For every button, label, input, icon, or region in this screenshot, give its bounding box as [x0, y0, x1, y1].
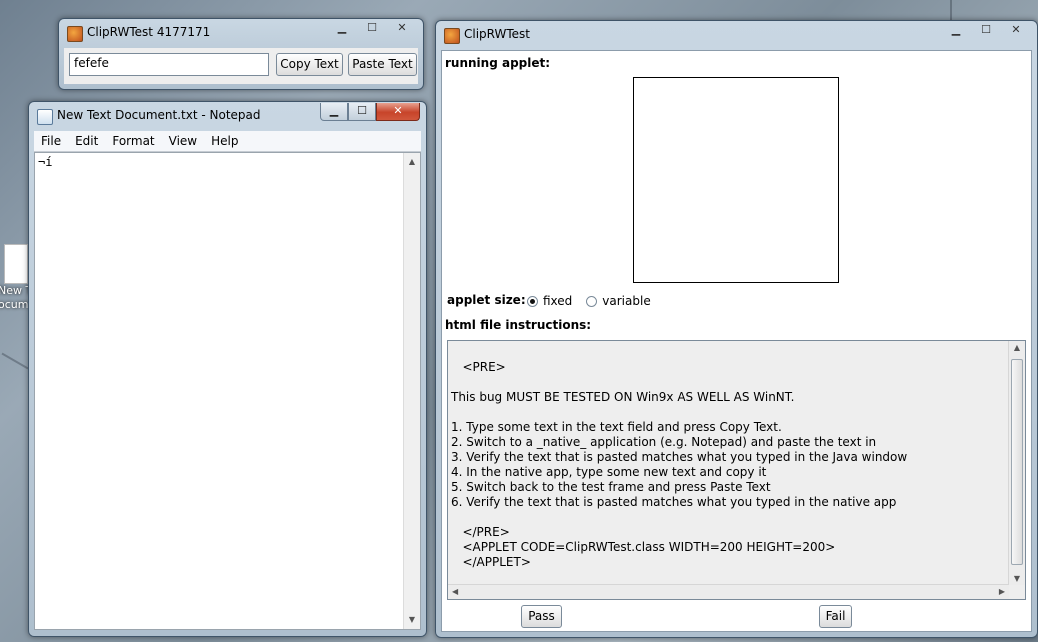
window-controls: ▁ ☐ ✕	[327, 20, 417, 37]
instructions-text-area[interactable]: <PRE> This bug MUST BE TESTED ON Win9x A…	[447, 340, 1026, 600]
instruction-line	[451, 375, 1007, 390]
instruction-line: 4. In the native app, type some new text…	[451, 465, 767, 479]
instructions-label: html file instructions:	[445, 318, 592, 332]
instruction-line	[451, 405, 1007, 420]
running-applet-label: running applet:	[445, 56, 551, 70]
desktop-icon-label: New T	[0, 284, 33, 297]
close-button[interactable]: ✕	[387, 20, 417, 37]
java-app-icon	[444, 28, 460, 44]
scroll-up-icon[interactable]: ▲	[1009, 343, 1025, 352]
menu-file[interactable]: File	[34, 134, 68, 148]
window-title: New Text Document.txt - Notepad	[57, 108, 261, 122]
window-controls: ▁ ☐ ✕	[320, 103, 420, 121]
desktop-file-icon[interactable]: New T ocume	[0, 244, 36, 312]
clip-test-small-window: ClipRWTest 4177171 ▁ ☐ ✕ fefefe Copy Tex…	[58, 18, 424, 90]
notepad-app-icon	[37, 109, 53, 125]
maximize-button[interactable]: ☐	[357, 20, 387, 37]
instruction-line: 2. Switch to a _native_ application (e.g…	[451, 435, 877, 449]
notepad-window: New Text Document.txt - Notepad ▁ ☐ ✕ Fi…	[28, 101, 427, 637]
radio-variable[interactable]	[586, 295, 598, 307]
close-button[interactable]: ✕	[1001, 22, 1031, 39]
title-bar[interactable]: ClipRWTest 4177171 ▁ ☐ ✕	[59, 19, 423, 47]
minimize-button[interactable]: ▁	[941, 22, 971, 39]
applet-size-label: applet size:	[447, 293, 526, 307]
vertical-scrollbar[interactable]: ▲ ▼	[403, 153, 420, 629]
instruction-line	[451, 510, 1007, 525]
scroll-thumb[interactable]	[1011, 359, 1023, 565]
instruction-line: This bug MUST BE TESTED ON Win9x AS WELL…	[451, 390, 795, 404]
instruction-line: <PRE>	[451, 360, 506, 374]
menu-format[interactable]: Format	[105, 134, 161, 148]
applet-area	[633, 77, 839, 283]
instruction-line: 6. Verify the text that is pasted matche…	[451, 495, 897, 509]
java-app-icon	[67, 26, 83, 42]
horizontal-scrollbar[interactable]: ◀ ▶	[448, 584, 1009, 599]
instructions-text: <PRE> This bug MUST BE TESTED ON Win9x A…	[451, 345, 1007, 570]
paste-text-button[interactable]: Paste Text	[348, 53, 417, 76]
instruction-line	[451, 345, 1007, 360]
desktop-wire	[1, 352, 29, 370]
scroll-down-icon[interactable]: ▼	[1009, 574, 1025, 583]
copy-text-button[interactable]: Copy Text	[276, 53, 343, 76]
maximize-button[interactable]: ☐	[348, 103, 376, 121]
radio-fixed-label: fixed	[543, 294, 573, 308]
fail-button[interactable]: Fail	[819, 605, 852, 628]
menu-edit[interactable]: Edit	[68, 134, 105, 148]
instruction-line: 5. Switch back to the test frame and pre…	[451, 480, 771, 494]
vertical-scrollbar[interactable]: ▲ ▼	[1008, 341, 1025, 585]
maximize-button[interactable]: ☐	[971, 22, 1001, 39]
scroll-up-icon[interactable]: ▲	[404, 155, 420, 169]
menu-view[interactable]: View	[162, 134, 204, 148]
scroll-right-icon[interactable]: ▶	[999, 585, 1005, 599]
radio-fixed[interactable]	[527, 295, 538, 307]
menu-help[interactable]: Help	[204, 134, 245, 148]
document-icon	[4, 244, 28, 284]
title-bar[interactable]: New Text Document.txt - Notepad ▁ ☐ ✕	[29, 102, 426, 130]
close-button[interactable]: ✕	[376, 103, 420, 121]
minimize-button[interactable]: ▁	[327, 20, 357, 37]
window-title: ClipRWTest	[464, 27, 531, 41]
instruction-line: </APPLET>	[451, 555, 531, 569]
scroll-left-icon[interactable]: ◀	[452, 585, 458, 599]
notepad-content: ¬í	[38, 155, 53, 169]
menu-bar: File Edit Format View Help	[34, 131, 421, 152]
radio-variable-label: variable	[602, 294, 651, 308]
instruction-line: <APPLET CODE=ClipRWTest.class WIDTH=200 …	[451, 540, 836, 554]
window-title: ClipRWTest 4177171	[87, 25, 211, 39]
title-bar[interactable]: ClipRWTest ▁ ☐ ✕	[436, 21, 1037, 49]
clip-test-main-window: ClipRWTest ▁ ☐ ✕ running applet: applet …	[435, 20, 1038, 638]
minimize-button[interactable]: ▁	[320, 103, 348, 121]
desktop-wire	[950, 0, 952, 22]
notepad-text-area[interactable]: ¬í ▲ ▼	[34, 152, 421, 630]
pass-button[interactable]: Pass	[521, 605, 562, 628]
text-field[interactable]: fefefe	[69, 53, 269, 76]
scroll-down-icon[interactable]: ▼	[404, 613, 420, 627]
applet-size-options: fixed variable	[527, 294, 651, 308]
instruction-line: 3. Verify the text that is pasted matche…	[451, 450, 908, 464]
instruction-line: 1. Type some text in the text field and …	[451, 420, 782, 434]
window-controls: ▁ ☐ ✕	[941, 22, 1031, 39]
instruction-line: </PRE>	[451, 525, 510, 539]
desktop-icon-label: ocume	[0, 298, 36, 311]
window-body: running applet: applet size: fixed varia…	[441, 50, 1032, 632]
window-body: fefefe Copy Text Paste Text	[64, 48, 418, 84]
